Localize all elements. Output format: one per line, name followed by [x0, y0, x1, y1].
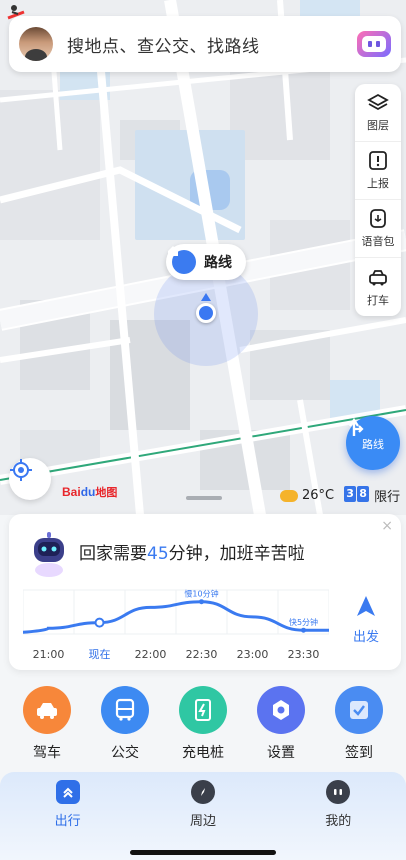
tab-nearby[interactable]: 周边 — [163, 780, 243, 829]
traffic-trend-chart[interactable]: 慢10分钟快5分钟 21:00 现在 22:00 22:30 23:00 23:30 — [23, 586, 329, 666]
layers-button[interactable]: 图层 — [355, 84, 401, 142]
plate-restriction: 38 限行 — [344, 486, 400, 505]
taxi-label: 打车 — [367, 293, 389, 307]
depart-button[interactable]: 出发 — [345, 594, 387, 654]
service-checkin[interactable]: 签到 — [329, 686, 389, 766]
home-icon — [168, 246, 196, 274]
chart-tick-label: 22:00 — [135, 648, 167, 661]
taxi-button[interactable]: 打车 — [355, 258, 401, 316]
service-drive-label: 驾车 — [33, 745, 61, 761]
cloudy-sun-icon — [280, 489, 298, 502]
chart-tick-label: 23:00 — [237, 648, 269, 661]
chart-tick-label: 23:30 — [288, 648, 320, 661]
avatar[interactable] — [19, 27, 53, 61]
route-button-label: 路线 — [362, 438, 384, 451]
voice-pack-label: 语音包 — [361, 235, 395, 248]
report-button[interactable]: 上报 — [355, 142, 401, 200]
report-icon — [369, 151, 387, 170]
commute-message-suffix: 分钟，加班辛苦啦 — [168, 544, 305, 564]
chart-tick-label: 21:00 — [33, 648, 65, 661]
map-toolbar: 图层 上报 语音包 打车 — [355, 84, 401, 316]
commute-message: 回家需要45分钟，加班辛苦啦 — [79, 539, 305, 564]
tab-mine[interactable]: 我的 — [298, 780, 378, 829]
current-location-dot — [196, 303, 216, 323]
baidu-map-logo: Baidu地图 — [62, 485, 118, 499]
restriction-label: 限行 — [374, 490, 401, 505]
weather-restriction[interactable]: 26°C 38 限行 — [280, 486, 400, 505]
report-label: 上报 — [367, 177, 389, 190]
bus-icon — [101, 686, 149, 734]
crosshair-icon — [10, 459, 32, 481]
travel-icon — [55, 780, 80, 804]
bottom-nav: 出行 周边 我的 — [0, 772, 406, 860]
commute-card[interactable]: × 回家需要45分钟，加班辛苦啦 慢10分钟快5分钟 21:00 现在 22:00 22… — [9, 514, 401, 670]
locate-me-button[interactable] — [9, 458, 51, 500]
layers-icon — [367, 93, 389, 111]
layers-label: 图层 — [367, 119, 389, 132]
close-icon[interactable]: × — [381, 518, 393, 534]
checkin-icon — [335, 686, 383, 734]
chart-annotation-label: 快5分钟 — [289, 617, 318, 627]
depart-label: 出发 — [352, 630, 379, 645]
plate-digit: 8 — [357, 486, 370, 502]
chart-tick-label: 22:30 — [186, 648, 218, 661]
commute-minutes: 45 — [147, 544, 169, 564]
compass-icon — [190, 780, 215, 804]
tab-travel[interactable]: 出行 — [28, 780, 108, 829]
taxi-icon — [369, 269, 387, 285]
settings-icon — [257, 686, 305, 734]
plate-digit: 3 — [344, 486, 357, 502]
voice-pack-button[interactable]: 语音包 — [355, 200, 401, 258]
tab-nearby-label: 周边 — [189, 814, 216, 829]
service-shortcuts: 驾车 公交 充电桩 设置 签到 — [0, 686, 406, 766]
service-settings-label: 设置 — [267, 745, 295, 761]
commute-message-prefix: 回家需要 — [79, 544, 147, 564]
voice-pack-icon — [370, 209, 386, 228]
chart-annotation-label: 慢10分钟 — [184, 589, 218, 599]
service-bus[interactable]: 公交 — [95, 686, 155, 766]
sheet-drag-handle[interactable] — [186, 496, 222, 500]
search-bar[interactable]: 搜地点、查公交、找路线 — [9, 16, 401, 72]
temperature: 26°C — [302, 488, 335, 503]
route-button[interactable]: 路线 — [346, 416, 400, 470]
service-bus-label: 公交 — [111, 745, 139, 761]
service-drive[interactable]: 驾车 — [17, 686, 77, 766]
map-view[interactable]: 路线 路线 Baidu地图 26°C 38 限行 — [0, 0, 406, 515]
route-arrow-icon — [349, 417, 364, 436]
service-checkin-label: 签到 — [345, 745, 373, 761]
car-icon — [23, 686, 71, 734]
chart-annotation-point — [301, 627, 306, 633]
chart-tick-label: 现在 — [89, 648, 111, 661]
robot-mascot-icon — [27, 530, 71, 578]
route-pin-label: 路线 — [204, 255, 232, 271]
route-home-pin[interactable]: 路线 — [166, 244, 246, 280]
tab-mine-label: 我的 — [325, 814, 352, 829]
profile-icon — [326, 780, 351, 804]
tab-travel-label: 出行 — [54, 814, 81, 829]
search-input[interactable]: 搜地点、查公交、找路线 — [67, 32, 357, 57]
service-charger-label: 充电桩 — [182, 745, 224, 761]
navigate-arrow-icon — [357, 596, 375, 616]
home-indicator — [130, 850, 276, 855]
charger-icon — [179, 686, 227, 734]
voice-assistant-icon[interactable] — [357, 31, 391, 57]
chart-annotation-point — [199, 599, 204, 605]
heading-arrow-icon — [201, 293, 211, 301]
service-charger[interactable]: 充电桩 — [173, 686, 233, 766]
service-settings[interactable]: 设置 — [251, 686, 311, 766]
chart-now-marker — [94, 617, 105, 628]
